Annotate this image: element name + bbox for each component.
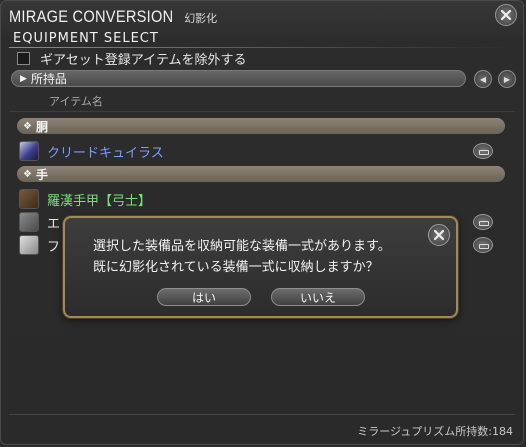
divider — [9, 47, 515, 48]
item-row[interactable]: 羅漢手甲【弓士】 — [19, 189, 507, 209]
inventory-source-label: 所持品 — [30, 72, 67, 86]
category-gem-icon: ❖ — [23, 168, 32, 180]
inventory-source-selector[interactable]: ▶ 所持品 — [11, 70, 466, 87]
item-name: フ — [47, 239, 61, 255]
arrow-left-icon: ◀ — [479, 74, 487, 84]
close-icon — [433, 229, 445, 241]
category-label: 胴 — [35, 119, 48, 134]
mirage-prism-count: ミラージュプリズム所持数:184 — [357, 425, 513, 438]
category-header-body: ❖ 胴 — [17, 118, 505, 134]
item-name: エ — [47, 216, 61, 232]
armoire-button[interactable] — [473, 237, 493, 253]
body-armor-icon — [19, 141, 39, 161]
column-header-item-name: アイテム名 — [49, 95, 103, 108]
category-label: 手 — [35, 167, 48, 182]
item-name: クリードキュイラス — [47, 145, 164, 161]
glove-icon — [19, 212, 39, 232]
confirm-dialog: 選択した装備品を収納可能な装備一式があります。 既に幻影化されている装備一式に収… — [63, 216, 458, 318]
dialog-close-button[interactable] — [428, 224, 450, 246]
exclude-gearset-checkbox[interactable] — [17, 52, 30, 65]
armoire-button[interactable] — [473, 214, 493, 230]
dialog-message: 選択した装備品を収納可能な装備一式があります。 既に幻影化されている装備一式に収… — [93, 236, 391, 278]
divider — [9, 111, 515, 112]
title-bar: MIRAGE CONVERSION 幻影化 — [9, 7, 217, 29]
section-subtitle: EQUIPMENT SELECT — [13, 31, 159, 46]
window-title: MIRAGE CONVERSION — [9, 7, 174, 26]
expand-triangle-icon: ▶ — [20, 73, 27, 84]
item-name: 羅漢手甲【弓士】 — [47, 193, 152, 209]
exclude-gearset-option[interactable]: ギアセット登録アイテムを除外する — [17, 49, 246, 68]
prev-page-button[interactable]: ◀ — [474, 70, 492, 88]
exclude-gearset-label: ギアセット登録アイテムを除外する — [40, 53, 247, 68]
armoire-button[interactable] — [473, 143, 493, 159]
no-button[interactable]: いいえ — [271, 288, 365, 306]
dialog-message-line: 既に幻影化されている装備一式に収納しますか？ — [93, 260, 379, 275]
close-icon — [500, 9, 512, 21]
glove-icon — [19, 235, 39, 255]
item-row[interactable]: クリードキュイラス — [19, 141, 507, 161]
category-header-hands: ❖ 手 — [17, 166, 505, 182]
arrow-right-icon: ▶ — [503, 74, 511, 84]
yes-button[interactable]: はい — [157, 288, 251, 306]
gauntlet-icon — [19, 189, 39, 209]
window-title-sub: 幻影化 — [184, 12, 218, 25]
dialog-message-line: 選択した装備品を収納可能な装備一式があります。 — [93, 239, 391, 254]
divider — [9, 414, 515, 415]
close-button[interactable] — [495, 4, 517, 26]
category-gem-icon: ❖ — [23, 120, 32, 132]
next-page-button[interactable]: ▶ — [498, 70, 516, 88]
